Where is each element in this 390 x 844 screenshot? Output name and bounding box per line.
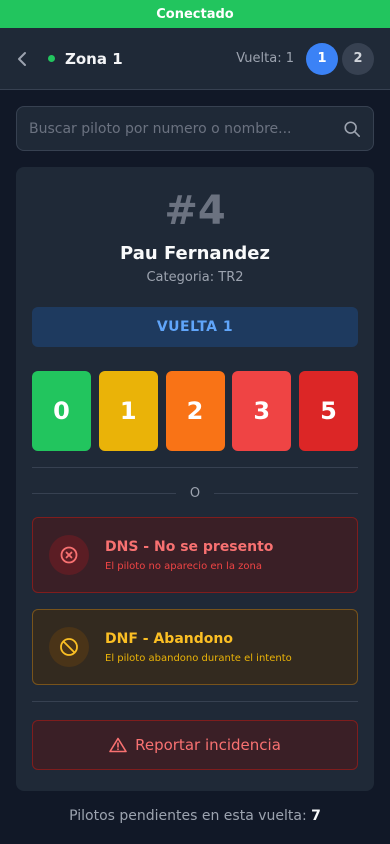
dns-title: DNS - No se presento (105, 538, 274, 555)
connection-status-bar: Conectado (0, 0, 390, 28)
search-icon[interactable] (343, 120, 361, 138)
dns-subtitle: El piloto no aparecio en la zona (105, 560, 262, 572)
divider (32, 467, 358, 468)
score-button-2[interactable]: 2 (165, 371, 225, 451)
warning-triangle-icon (109, 737, 127, 753)
zone-title: Zona 1 (65, 49, 123, 68)
score-buttons: 0 1 2 3 5 (32, 371, 358, 451)
x-circle-icon (49, 535, 89, 575)
pilot-card: #4 Pau Fernandez Categoria: TR2 VUELTA 1… (16, 167, 374, 791)
report-incident-label: Reportar incidencia (135, 736, 281, 754)
dnf-button[interactable]: DNF - Abandono El piloto abandono durant… (32, 609, 358, 685)
online-dot (48, 55, 55, 62)
back-button[interactable] (16, 51, 38, 67)
lap-banner: VUELTA 1 (32, 307, 358, 347)
score-button-3[interactable]: 3 (232, 371, 292, 451)
dnf-title: DNF - Abandono (105, 630, 233, 647)
pending-pilots-footer: Pilotos pendientes en esta vuelta: 7 (0, 808, 390, 824)
score-button-0[interactable]: 0 (32, 371, 91, 451)
search-bar (16, 106, 374, 151)
score-button-1[interactable]: 1 (98, 371, 158, 451)
pilot-number: #4 (164, 188, 226, 234)
chevron-left-icon (18, 51, 26, 66)
lap-button-2[interactable]: 2 (342, 42, 374, 75)
lap-button-1[interactable]: 1 (306, 42, 338, 75)
connection-status-text: Conectado (156, 6, 234, 22)
pending-label: Pilotos pendientes en esta vuelta: (69, 808, 307, 824)
report-incident-button[interactable]: Reportar incidencia (32, 720, 358, 770)
pilot-name: Pau Fernandez (120, 243, 270, 264)
top-header: Zona 1 Vuelta: 1 1 2 (0, 28, 390, 90)
dns-button[interactable]: DNS - No se presento El piloto no aparec… (32, 517, 358, 593)
current-lap-label: Vuelta: 1 (236, 51, 294, 66)
score-button-5[interactable]: 5 (299, 371, 358, 451)
divider (32, 701, 358, 702)
or-separator: O (32, 486, 359, 501)
pending-count: 7 (311, 808, 321, 824)
dnf-subtitle: El piloto abandono durante el intento (105, 652, 292, 664)
pilot-category: Categoria: TR2 (146, 270, 244, 285)
or-text: O (189, 486, 201, 501)
search-input[interactable] (29, 120, 343, 137)
ban-icon (49, 627, 89, 667)
